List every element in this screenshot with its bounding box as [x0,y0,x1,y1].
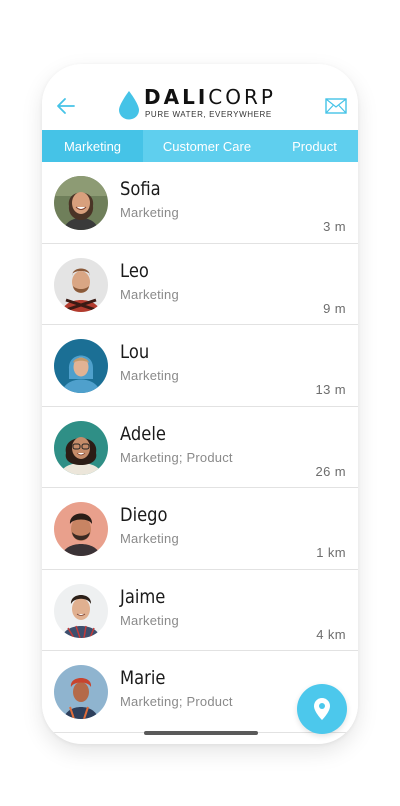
contact-name: Lou [120,341,150,363]
contact-name: Leo [120,259,149,282]
contact-row[interactable]: Jaime Marketing 4 km [42,569,358,651]
map-pin-icon [314,698,330,720]
contact-name: Jaime [120,585,166,608]
contact-list: Sofia Marketing 3 m Leo Marketing 9 m Lo… [42,162,358,733]
contact-row[interactable]: Adele Marketing; Product 26 m [42,406,358,488]
brand-tagline: PURE WATER, EVERYWHERE [145,110,272,119]
contact-distance: 3 m [323,219,346,234]
contact-name: Marie [120,667,166,689]
contact-name: Adele [120,422,166,445]
contact-row[interactable]: Sofia Marketing 3 m [42,162,358,244]
contact-row[interactable]: Diego Marketing 1 km [42,488,358,570]
app-header: DALICORP PURE WATER, EVERYWHERE [42,64,358,130]
envelope-icon [325,98,347,114]
avatar [54,257,108,312]
contact-department: Marketing [120,368,179,383]
mail-button[interactable] [325,98,347,114]
back-button[interactable] [54,94,78,118]
contact-name: Sofia [120,178,161,200]
contact-distance: 9 m [323,300,346,316]
phone-frame: DALICORP PURE WATER, EVERYWHERE Marketin… [42,64,358,744]
contact-distance: 4 km [316,626,346,642]
brand-logo: DALICORP PURE WATER, EVERYWHERE [118,86,288,126]
contact-name: Diego [120,504,168,526]
tab-product[interactable]: Product [271,130,358,162]
contact-distance: 26 m [315,463,346,479]
map-button[interactable] [297,684,347,734]
contact-department: Marketing; Product [120,694,233,709]
contact-department: Marketing; Product [120,449,233,465]
tab-customer-care[interactable]: Customer Care [143,130,271,162]
brand-name: DALICORP [144,85,276,109]
contact-department: Marketing [120,612,179,628]
contact-department: Marketing [120,205,179,220]
avatar [54,176,108,230]
avatar [54,339,108,393]
avatar [54,502,108,556]
avatar [54,665,108,719]
contact-row[interactable]: Leo Marketing 9 m [42,243,358,325]
arrow-left-icon [57,98,75,114]
contact-distance: 1 km [316,545,346,560]
home-indicator [144,731,258,735]
water-drop-icon [119,91,139,120]
department-tabs: Marketing Customer Care Product [42,130,358,162]
contact-department: Marketing [120,531,179,546]
avatar [54,583,108,638]
contact-row[interactable]: Lou Marketing 13 m [42,325,358,407]
tab-marketing[interactable]: Marketing [42,130,143,162]
avatar [54,420,108,475]
contact-distance: 13 m [315,382,346,397]
contact-department: Marketing [120,286,179,302]
